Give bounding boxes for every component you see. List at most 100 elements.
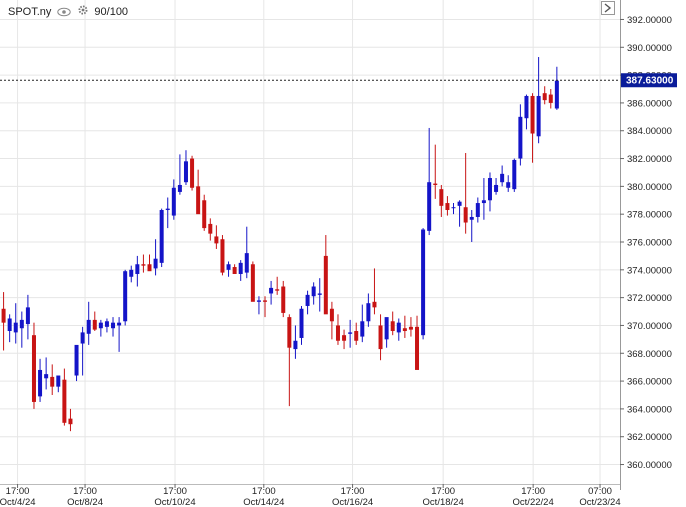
candle-up	[299, 305, 304, 345]
count-label: 90/100	[94, 5, 129, 18]
y-tick-label: 374.00000	[627, 265, 672, 276]
candle-up	[19, 311, 24, 348]
y-tick-label: 370.00000	[627, 321, 672, 332]
x-tick-date: Oct/8/24	[67, 497, 103, 507]
y-tick-label: 392.00000	[627, 15, 672, 26]
candle-up	[469, 210, 474, 242]
candle-body	[518, 116, 523, 159]
eye-icon[interactable]	[57, 7, 72, 17]
y-tick-label: 362.00000	[627, 432, 672, 443]
candle-body	[129, 269, 134, 277]
candle-up	[129, 265, 134, 283]
candle-body	[536, 95, 541, 137]
candle-down	[196, 169, 201, 215]
candle-up	[366, 293, 371, 327]
candle-body	[305, 294, 310, 306]
x-tick-date: Oct/14/24	[243, 497, 284, 507]
candle-up	[256, 296, 261, 315]
x-tick-date: Oct/16/24	[332, 497, 373, 507]
candle-body	[293, 340, 298, 350]
y-tick-label: 386.00000	[627, 98, 672, 109]
x-tick-time: 17:00	[163, 486, 187, 497]
candle-down	[287, 314, 292, 407]
candle-down	[335, 314, 340, 345]
candle-up	[111, 317, 116, 337]
candle-down	[190, 155, 195, 191]
x-tick-time: 17:00	[341, 486, 365, 497]
candle-up	[104, 318, 109, 333]
x-tick-time: 17:00	[252, 486, 276, 497]
y-tick-label: 384.00000	[627, 126, 672, 137]
candle-up	[159, 208, 164, 268]
x-tick-date: Oct/10/24	[154, 497, 195, 507]
candle-body	[56, 375, 61, 387]
candle-up	[226, 261, 231, 277]
y-tick-label: 378.00000	[627, 210, 672, 221]
candle-up	[494, 178, 499, 195]
candle-down	[68, 408, 73, 432]
candle-body	[214, 236, 219, 244]
candle-down	[542, 86, 547, 105]
candle-body	[475, 203, 480, 217]
settings-toggle-icon[interactable]	[601, 1, 615, 15]
candle-down	[250, 261, 255, 302]
candle-down	[50, 364, 55, 395]
candle-body	[445, 203, 450, 211]
candle-body	[415, 326, 420, 370]
candle-body	[123, 271, 128, 322]
y-tick-label: 366.00000	[627, 377, 672, 388]
grid-lines	[0, 0, 620, 484]
candle-down	[445, 196, 450, 216]
candle-up	[360, 304, 365, 343]
x-tick-date: Oct/18/24	[423, 497, 464, 507]
candle-body	[7, 318, 12, 332]
price-axis-border	[620, 0, 621, 490]
candle-body	[481, 200, 486, 204]
candle-body	[548, 94, 553, 103]
candle-down	[354, 322, 359, 345]
candle-body	[335, 325, 340, 341]
x-tick-time: 17:00	[73, 486, 97, 497]
candle-body	[165, 208, 170, 211]
candle-down	[202, 194, 207, 231]
candle-up	[117, 317, 122, 352]
candle-body	[177, 184, 182, 192]
candle-up	[269, 280, 274, 305]
candle-up	[500, 165, 505, 187]
candle-down	[31, 322, 36, 409]
y-tick-label: 364.00000	[627, 404, 672, 415]
candle-body	[342, 335, 347, 341]
candle-body	[74, 344, 79, 376]
x-tick-time: 17:00	[521, 486, 545, 497]
candle-body	[68, 418, 73, 425]
candle-body	[117, 322, 122, 326]
candle-down	[281, 280, 286, 318]
candle-up	[98, 319, 103, 337]
candle-body	[171, 187, 176, 216]
candle-up	[25, 294, 30, 340]
candle-up	[481, 178, 486, 220]
candle-body	[208, 223, 213, 234]
candle-body	[19, 319, 24, 329]
candle-up	[384, 317, 389, 348]
candle-body	[92, 319, 97, 330]
candle-body	[366, 303, 371, 322]
candle-body	[457, 201, 462, 206]
candle-body	[506, 182, 511, 188]
candlestick-chart: 392.00000390.00000388.00000386.00000384.…	[0, 0, 677, 507]
candle-body	[281, 286, 286, 313]
time-axis[interactable]: 17:00Oct/4/2417:00Oct/8/2417:00Oct/10/24…	[0, 484, 621, 507]
candle-up	[80, 326, 85, 376]
gear-icon[interactable]	[77, 4, 89, 19]
candle-body	[238, 262, 243, 274]
candle-body	[390, 321, 395, 332]
x-tick-time: 07:00	[588, 486, 612, 497]
candle-body	[323, 255, 328, 315]
candle-down	[147, 254, 152, 272]
candle-body	[202, 200, 207, 229]
y-tick-label: 372.00000	[627, 293, 672, 304]
candle-up	[311, 282, 316, 305]
candle-body	[530, 95, 535, 134]
candle-down	[402, 315, 407, 338]
y-tick-label: 390.00000	[627, 43, 672, 54]
